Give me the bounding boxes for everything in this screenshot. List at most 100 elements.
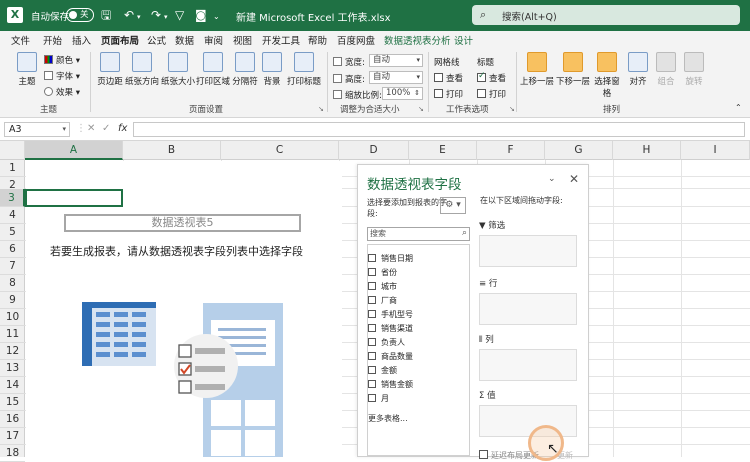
- cancel-icon[interactable]: ✕: [87, 123, 95, 134]
- formula-input[interactable]: [133, 122, 745, 137]
- sheet-options-launcher-icon[interactable]: ↘: [509, 105, 515, 113]
- bring-forward-button[interactable]: 上移一层: [519, 52, 555, 87]
- tab-home[interactable]: 开始: [43, 33, 62, 47]
- row-header[interactable]: 16: [0, 411, 25, 428]
- background-button[interactable]: 背景: [260, 52, 284, 87]
- filter-icon[interactable]: ▽: [175, 7, 184, 23]
- group-button[interactable]: 组合: [653, 52, 679, 87]
- redo-dropdown-icon[interactable]: ▾: [164, 9, 168, 25]
- breaks-button[interactable]: 分隔符: [232, 52, 258, 87]
- field-item[interactable]: 手机型号: [368, 309, 413, 320]
- undo-icon[interactable]: ↶: [124, 7, 134, 23]
- align-button[interactable]: 对齐: [625, 52, 651, 87]
- headings-print-checkbox[interactable]: 打印: [477, 88, 506, 100]
- rows-drop-zone[interactable]: [479, 293, 577, 325]
- page-setup-launcher-icon[interactable]: ↘: [318, 105, 324, 113]
- collapse-ribbon-icon[interactable]: ⌃: [735, 103, 742, 112]
- height-dropdown[interactable]: 自动 ▾: [369, 71, 423, 84]
- gear-icon[interactable]: ⚙ ▾: [440, 197, 466, 214]
- name-box[interactable]: A3 ▾: [4, 122, 70, 137]
- more-options-icon[interactable]: ⋮: [76, 123, 86, 134]
- more-tables-link[interactable]: 更多表格...: [368, 413, 408, 424]
- field-item[interactable]: 商品数量: [368, 351, 413, 362]
- search-box[interactable]: ⌕ 搜索(Alt+Q): [472, 5, 740, 25]
- colors-button[interactable]: 颜色 ▾: [44, 54, 80, 66]
- values-drop-zone[interactable]: [479, 405, 577, 437]
- customize-toolbar-icon[interactable]: ⌄: [213, 9, 220, 25]
- redo-icon[interactable]: ↷: [151, 7, 161, 23]
- fonts-button[interactable]: 字体 ▾: [44, 70, 80, 82]
- orientation-button[interactable]: 纸张方向: [125, 52, 159, 87]
- tab-view[interactable]: 视图: [233, 33, 252, 47]
- tab-review[interactable]: 审阅: [204, 33, 223, 47]
- row-header[interactable]: 15: [0, 394, 25, 411]
- insert-function-icon[interactable]: fx: [118, 123, 127, 134]
- column-header-d[interactable]: D: [339, 141, 409, 160]
- scale-stepper[interactable]: 100% ⇕: [382, 87, 423, 100]
- column-header-i[interactable]: I: [681, 141, 750, 160]
- margins-button[interactable]: 页边距: [95, 52, 125, 87]
- camera-icon[interactable]: ◙: [195, 7, 207, 23]
- undo-dropdown-icon[interactable]: ▾: [137, 9, 141, 25]
- field-item[interactable]: 省份: [368, 267, 397, 278]
- row-header[interactable]: 14: [0, 377, 25, 394]
- send-backward-button[interactable]: 下移一层: [555, 52, 591, 87]
- row-header[interactable]: 7: [0, 258, 25, 275]
- field-item[interactable]: 金额: [368, 365, 397, 376]
- row-header[interactable]: 11: [0, 326, 25, 343]
- scale-launcher-icon[interactable]: ↘: [418, 105, 424, 113]
- themes-button[interactable]: 主题: [12, 52, 42, 87]
- field-item[interactable]: 负责人: [368, 337, 405, 348]
- tab-pivot-analyze[interactable]: 数据透视表分析: [384, 33, 451, 47]
- row-header[interactable]: 10: [0, 309, 25, 326]
- save-icon[interactable]: 🖫: [101, 7, 111, 23]
- tab-formulas[interactable]: 公式: [147, 33, 166, 47]
- selection-pane-button[interactable]: 选择窗格: [591, 52, 623, 99]
- tab-developer[interactable]: 开发工具: [262, 33, 300, 47]
- row-header[interactable]: 4: [0, 207, 25, 224]
- row-header[interactable]: 12: [0, 343, 25, 360]
- column-header-g[interactable]: G: [545, 141, 613, 160]
- effects-button[interactable]: 效果 ▾: [44, 86, 80, 98]
- enter-icon[interactable]: ✓: [102, 123, 110, 134]
- column-header-c[interactable]: C: [221, 141, 339, 160]
- column-header-a[interactable]: A: [25, 141, 123, 160]
- column-header-f[interactable]: F: [477, 141, 545, 160]
- tab-data[interactable]: 数据: [175, 33, 194, 47]
- select-all-corner[interactable]: [0, 141, 25, 160]
- row-header[interactable]: 13: [0, 360, 25, 377]
- filters-drop-zone[interactable]: [479, 235, 577, 267]
- field-search-input[interactable]: 搜索 ⌕: [367, 227, 470, 241]
- row-header[interactable]: 9: [0, 292, 25, 309]
- row-header[interactable]: 18: [0, 445, 25, 462]
- tab-help[interactable]: 帮助: [308, 33, 327, 47]
- row-header[interactable]: 6: [0, 241, 25, 258]
- field-item[interactable]: 销售金额: [368, 379, 413, 390]
- gridlines-view-checkbox[interactable]: 查看: [434, 72, 463, 84]
- rotate-button[interactable]: 旋转: [681, 52, 707, 87]
- column-header-b[interactable]: B: [123, 141, 221, 160]
- tab-design[interactable]: 设计: [454, 33, 473, 47]
- column-header-e[interactable]: E: [409, 141, 477, 160]
- tab-insert[interactable]: 插入: [72, 33, 91, 47]
- row-header[interactable]: 1: [0, 160, 25, 177]
- field-item[interactable]: 月: [368, 393, 389, 404]
- chevron-down-icon[interactable]: ⌄: [548, 174, 556, 184]
- field-item[interactable]: 城市: [368, 281, 397, 292]
- tab-baidu-netdisk[interactable]: 百度网盘: [337, 33, 375, 47]
- print-titles-button[interactable]: 打印标题: [286, 52, 322, 87]
- row-header[interactable]: 5: [0, 224, 25, 241]
- field-item[interactable]: 销售渠道: [368, 323, 413, 334]
- row-header[interactable]: 17: [0, 428, 25, 445]
- size-button[interactable]: 纸张大小: [161, 52, 195, 87]
- row-header-selected[interactable]: 3: [0, 189, 25, 207]
- tab-file[interactable]: 文件: [11, 33, 30, 47]
- gridlines-print-checkbox[interactable]: 打印: [434, 88, 463, 100]
- column-header-h[interactable]: H: [613, 141, 681, 160]
- selected-cell[interactable]: [25, 189, 123, 207]
- print-area-button[interactable]: 打印区域: [196, 52, 230, 87]
- field-item[interactable]: 厂商: [368, 295, 397, 306]
- width-dropdown[interactable]: 自动 ▾: [369, 54, 423, 67]
- columns-drop-zone[interactable]: [479, 349, 577, 381]
- close-icon[interactable]: ✕: [569, 172, 579, 186]
